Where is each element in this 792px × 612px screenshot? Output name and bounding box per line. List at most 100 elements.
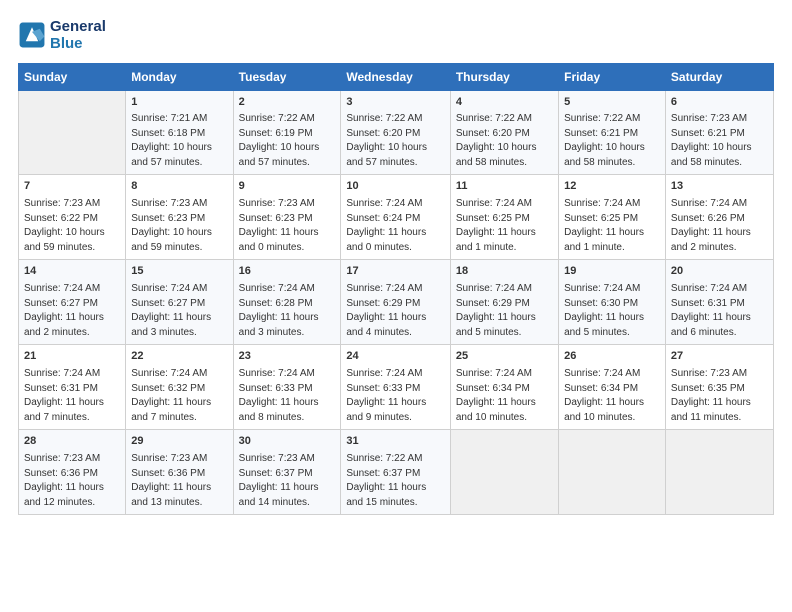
weekday-tuesday: Tuesday xyxy=(233,63,341,90)
day-info: Sunrise: 7:23 AM xyxy=(239,197,336,212)
day-info: Daylight: 11 hours and 1 minute. xyxy=(456,226,553,255)
day-info: Sunset: 6:21 PM xyxy=(564,127,660,142)
day-info: Sunset: 6:35 PM xyxy=(671,382,768,397)
day-number: 5 xyxy=(564,95,660,111)
day-info: Daylight: 10 hours and 57 minutes. xyxy=(131,141,227,170)
day-info: Sunset: 6:33 PM xyxy=(239,382,336,397)
header: General Blue xyxy=(18,18,774,53)
day-info: Sunrise: 7:24 AM xyxy=(131,282,227,297)
calendar-cell xyxy=(665,430,773,515)
day-info: Sunrise: 7:22 AM xyxy=(346,452,445,467)
day-info: Sunrise: 7:23 AM xyxy=(671,367,768,382)
day-info: Daylight: 11 hours and 3 minutes. xyxy=(131,311,227,340)
day-number: 25 xyxy=(456,349,553,365)
calendar-cell: 26Sunrise: 7:24 AMSunset: 6:34 PMDayligh… xyxy=(559,345,666,430)
week-row-4: 21Sunrise: 7:24 AMSunset: 6:31 PMDayligh… xyxy=(19,345,774,430)
day-info: Sunset: 6:31 PM xyxy=(671,297,768,312)
weekday-saturday: Saturday xyxy=(665,63,773,90)
week-row-1: 1Sunrise: 7:21 AMSunset: 6:18 PMDaylight… xyxy=(19,90,774,175)
calendar-cell: 5Sunrise: 7:22 AMSunset: 6:21 PMDaylight… xyxy=(559,90,666,175)
day-info: Sunrise: 7:24 AM xyxy=(239,367,336,382)
day-info: Sunset: 6:20 PM xyxy=(346,127,445,142)
day-number: 12 xyxy=(564,179,660,195)
day-info: Daylight: 10 hours and 58 minutes. xyxy=(564,141,660,170)
day-number: 15 xyxy=(131,264,227,280)
week-row-2: 7Sunrise: 7:23 AMSunset: 6:22 PMDaylight… xyxy=(19,175,774,260)
day-number: 31 xyxy=(346,434,445,450)
day-number: 27 xyxy=(671,349,768,365)
week-row-3: 14Sunrise: 7:24 AMSunset: 6:27 PMDayligh… xyxy=(19,260,774,345)
day-info: Sunrise: 7:24 AM xyxy=(456,197,553,212)
day-info: Daylight: 11 hours and 9 minutes. xyxy=(346,396,445,425)
day-number: 6 xyxy=(671,95,768,111)
day-info: Daylight: 11 hours and 10 minutes. xyxy=(456,396,553,425)
day-info: Sunset: 6:28 PM xyxy=(239,297,336,312)
calendar-cell: 2Sunrise: 7:22 AMSunset: 6:19 PMDaylight… xyxy=(233,90,341,175)
calendar-cell: 28 Sunrise: 7:23 AMSunset: 6:36 PMDayligh… xyxy=(19,430,126,515)
calendar-cell: 1Sunrise: 7:21 AMSunset: 6:18 PMDaylight… xyxy=(126,90,233,175)
calendar-cell: 3Sunrise: 7:22 AMSunset: 6:20 PMDaylight… xyxy=(341,90,451,175)
day-info: Sunset: 6:25 PM xyxy=(456,212,553,227)
day-info: Sunset: 6:18 PM xyxy=(131,127,227,142)
day-info: Daylight: 11 hours and 14 minutes. xyxy=(239,481,336,510)
day-info: Sunrise: 7:23 AM xyxy=(131,452,227,467)
day-info: Sunset: 6:26 PM xyxy=(671,212,768,227)
day-number: 19 xyxy=(564,264,660,280)
day-info: Sunrise: 7:24 AM xyxy=(564,282,660,297)
day-info: Daylight: 11 hours and 12 minutes. xyxy=(24,481,120,510)
day-info: Sunrise: 7:24 AM xyxy=(346,282,445,297)
calendar-cell: 22Sunrise: 7:24 AMSunset: 6:32 PMDayligh… xyxy=(126,345,233,430)
day-info: Sunset: 6:29 PM xyxy=(456,297,553,312)
day-info: Sunrise: 7:24 AM xyxy=(24,282,120,297)
day-info: Daylight: 11 hours and 10 minutes. xyxy=(564,396,660,425)
day-number: 4 xyxy=(456,95,553,111)
day-info: Sunset: 6:34 PM xyxy=(456,382,553,397)
day-info: Daylight: 11 hours and 11 minutes. xyxy=(671,396,768,425)
calendar-table: SundayMondayTuesdayWednesdayThursdayFrid… xyxy=(18,63,774,516)
day-info: Sunset: 6:37 PM xyxy=(239,467,336,482)
weekday-header-row: SundayMondayTuesdayWednesdayThursdayFrid… xyxy=(19,63,774,90)
calendar-cell xyxy=(450,430,558,515)
weekday-sunday: Sunday xyxy=(19,63,126,90)
day-info: Sunset: 6:19 PM xyxy=(239,127,336,142)
day-number: 20 xyxy=(671,264,768,280)
calendar-cell xyxy=(559,430,666,515)
calendar-cell: 11 Sunrise: 7:24 AMSunset: 6:25 PMDayligh… xyxy=(450,175,558,260)
day-info: Daylight: 11 hours and 7 minutes. xyxy=(24,396,120,425)
day-info: Sunrise: 7:24 AM xyxy=(24,367,120,382)
day-info: Sunrise: 7:23 AM xyxy=(131,197,227,212)
day-number: 14 xyxy=(24,264,120,280)
day-info: Daylight: 11 hours and 8 minutes. xyxy=(239,396,336,425)
day-info: Sunset: 6:24 PM xyxy=(346,212,445,227)
logo-text: General Blue xyxy=(50,18,106,53)
day-number: 3 xyxy=(346,95,445,111)
weekday-wednesday: Wednesday xyxy=(341,63,451,90)
day-info: Sunset: 6:27 PM xyxy=(131,297,227,312)
calendar-body: 1Sunrise: 7:21 AMSunset: 6:18 PMDaylight… xyxy=(19,90,774,515)
day-info: Sunrise: 7:22 AM xyxy=(239,112,336,127)
day-info: Sunrise: 7:23 AM xyxy=(24,197,120,212)
day-number: 26 xyxy=(564,349,660,365)
calendar-cell: 15 Sunrise: 7:24 AMSunset: 6:27 PMDayligh… xyxy=(126,260,233,345)
day-info: Sunrise: 7:24 AM xyxy=(239,282,336,297)
day-info: Sunset: 6:36 PM xyxy=(131,467,227,482)
day-info: Sunset: 6:22 PM xyxy=(24,212,120,227)
day-info: Sunset: 6:36 PM xyxy=(24,467,120,482)
calendar-cell: 20Sunrise: 7:24 AMSunset: 6:31 PMDayligh… xyxy=(665,260,773,345)
day-info: Sunrise: 7:23 AM xyxy=(671,112,768,127)
day-number: 11 xyxy=(456,179,553,195)
day-number: 18 xyxy=(456,264,553,280)
day-number: 8 xyxy=(131,179,227,195)
day-info: Sunset: 6:20 PM xyxy=(456,127,553,142)
day-info: Sunrise: 7:24 AM xyxy=(671,197,768,212)
day-info: Sunrise: 7:23 AM xyxy=(24,452,120,467)
day-info: Sunset: 6:31 PM xyxy=(24,382,120,397)
day-info: Daylight: 11 hours and 2 minutes. xyxy=(671,226,768,255)
day-number: 28 xyxy=(24,434,120,450)
calendar-cell: 9Sunrise: 7:23 AMSunset: 6:23 PMDaylight… xyxy=(233,175,341,260)
day-info: Sunset: 6:25 PM xyxy=(564,212,660,227)
day-info: Sunrise: 7:24 AM xyxy=(564,367,660,382)
day-number: 24 xyxy=(346,349,445,365)
calendar-cell: 17Sunrise: 7:24 AMSunset: 6:29 PMDayligh… xyxy=(341,260,451,345)
day-number: 17 xyxy=(346,264,445,280)
